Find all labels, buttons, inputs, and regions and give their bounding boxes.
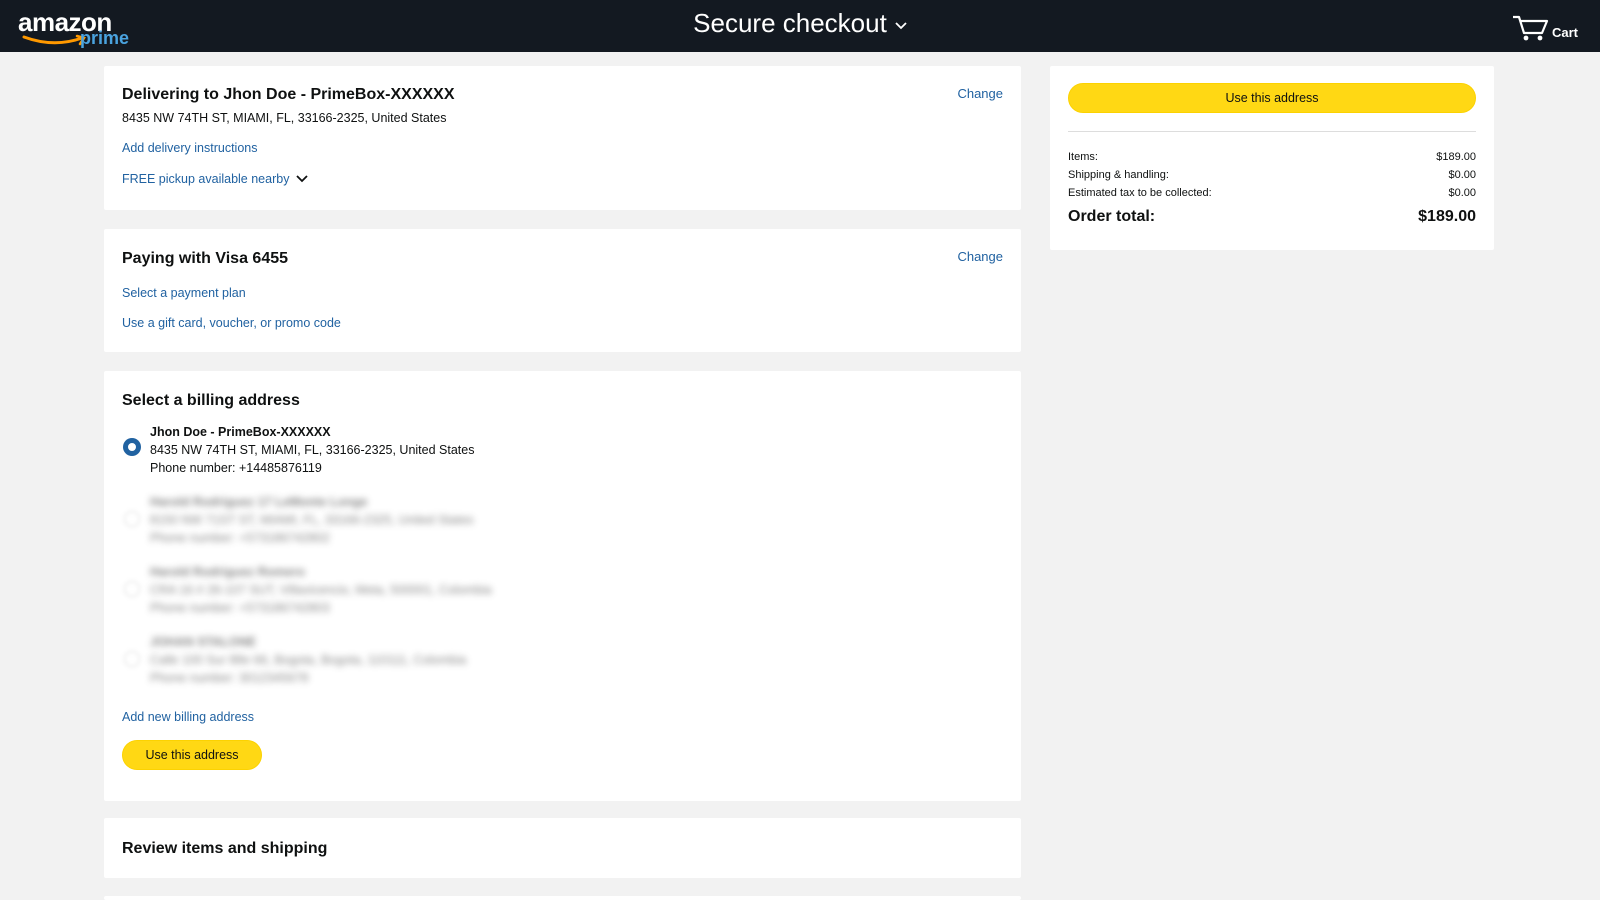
- address-line: Calle 100 Sur 88e 66, Bogota, Bogota, 11…: [150, 653, 467, 667]
- address-line: 8435 NW 74TH ST, MIAMI, FL, 33166-2325, …: [150, 443, 475, 457]
- free-pickup-label: FREE pickup available nearby: [122, 172, 290, 186]
- change-payment-link[interactable]: Change: [957, 249, 1003, 264]
- radio-unselected[interactable]: [124, 581, 140, 597]
- items-value: $189.00: [1436, 151, 1476, 163]
- address-phone: Phone number: +14485876119: [150, 461, 322, 475]
- top-bar: amazon prime Secure checkout Cart: [0, 0, 1600, 52]
- radio-selected[interactable]: [124, 439, 140, 455]
- free-pickup-toggle[interactable]: FREE pickup available nearby: [122, 172, 309, 186]
- billing-address-option[interactable]: Harold Rodriguez Romero CRA 16 # 26-107 …: [104, 563, 704, 623]
- summary-total-row: Order total: $189.00: [1068, 208, 1476, 226]
- delivery-section: Delivering to Jhon Doe - PrimeBox-XXXXXX…: [104, 66, 1021, 210]
- summary-divider: [1068, 131, 1476, 132]
- next-section-edge: [104, 896, 1021, 900]
- radio-unselected[interactable]: [124, 651, 140, 667]
- use-this-address-button[interactable]: Use this address: [122, 740, 262, 770]
- shipping-label: Shipping & handling:: [1068, 169, 1169, 181]
- order-total-label: Order total:: [1068, 208, 1156, 225]
- radio-unselected[interactable]: [124, 511, 140, 527]
- summary-items-row: Items: $189.00: [1068, 151, 1476, 163]
- cart-button[interactable]: Cart: [1512, 8, 1578, 42]
- change-delivery-link[interactable]: Change: [957, 86, 1003, 101]
- select-payment-plan-link[interactable]: Select a payment plan: [122, 286, 246, 300]
- chevron-down-icon: [895, 22, 907, 30]
- summary-shipping-row: Shipping & handling: $0.00: [1068, 169, 1476, 181]
- order-summary: Use this address Items: $189.00 Shipping…: [1050, 66, 1494, 250]
- billing-address-section: Select a billing address Jhon Doe - Prim…: [104, 371, 1021, 801]
- address-line: CRA 16 # 26-107 SUT, Villavicencio, Meta…: [150, 583, 492, 597]
- address-name: Harold Rodriguez Romero: [150, 565, 305, 579]
- address-name: Harold Rodriguez 17 LeMonte Longe: [150, 495, 368, 509]
- review-title: Review items and shipping: [122, 840, 328, 857]
- tax-value: $0.00: [1448, 187, 1476, 199]
- address-phone: Phone number: 3012345678: [150, 671, 309, 685]
- address-phone: Phone number: +573186742802: [150, 531, 330, 545]
- review-items-section: Review items and shipping: [104, 818, 1021, 878]
- payment-title: Paying with Visa 6455: [122, 250, 289, 267]
- address-line: 8150 NW 71ST ST, MIAMI, FL, 33166-2325, …: [150, 513, 474, 527]
- order-total-value: $189.00: [1418, 208, 1476, 225]
- page-title: Secure checkout: [693, 7, 887, 38]
- address-name: JOHAN STALONE: [150, 635, 257, 649]
- chevron-down-icon: [296, 175, 309, 183]
- delivery-address: 8435 NW 74TH ST, MIAMI, FL, 33166-2325, …: [122, 111, 447, 125]
- summary-use-this-address-button[interactable]: Use this address: [1068, 83, 1476, 113]
- shipping-value: $0.00: [1448, 169, 1476, 181]
- items-label: Items:: [1068, 151, 1098, 163]
- address-name: Jhon Doe - PrimeBox-XXXXXX: [150, 425, 331, 439]
- billing-address-option[interactable]: Harold Rodriguez 17 LeMonte Longe 8150 N…: [104, 493, 704, 553]
- add-delivery-instructions-link[interactable]: Add delivery instructions: [122, 141, 257, 155]
- address-phone: Phone number: +573186742803: [150, 601, 330, 615]
- tax-label: Estimated tax to be collected:: [1068, 187, 1212, 199]
- billing-address-option[interactable]: JOHAN STALONE Calle 100 Sur 88e 66, Bogo…: [104, 633, 704, 693]
- cart-label: Cart: [1551, 25, 1578, 40]
- billing-address-option[interactable]: Jhon Doe - PrimeBox-XXXXXX 8435 NW 74TH …: [104, 423, 704, 483]
- summary-tax-row: Estimated tax to be collected: $0.00: [1068, 187, 1476, 199]
- billing-title: Select a billing address: [122, 392, 300, 409]
- delivery-title: Delivering to Jhon Doe - PrimeBox-XXXXXX: [122, 86, 455, 103]
- secure-checkout-title[interactable]: Secure checkout: [0, 0, 1600, 46]
- add-billing-address-link[interactable]: Add new billing address: [122, 710, 254, 724]
- gift-card-promo-link[interactable]: Use a gift card, voucher, or promo code: [122, 316, 341, 330]
- payment-section: Paying with Visa 6455 Change Select a pa…: [104, 229, 1021, 352]
- cart-icon: [1512, 15, 1549, 41]
